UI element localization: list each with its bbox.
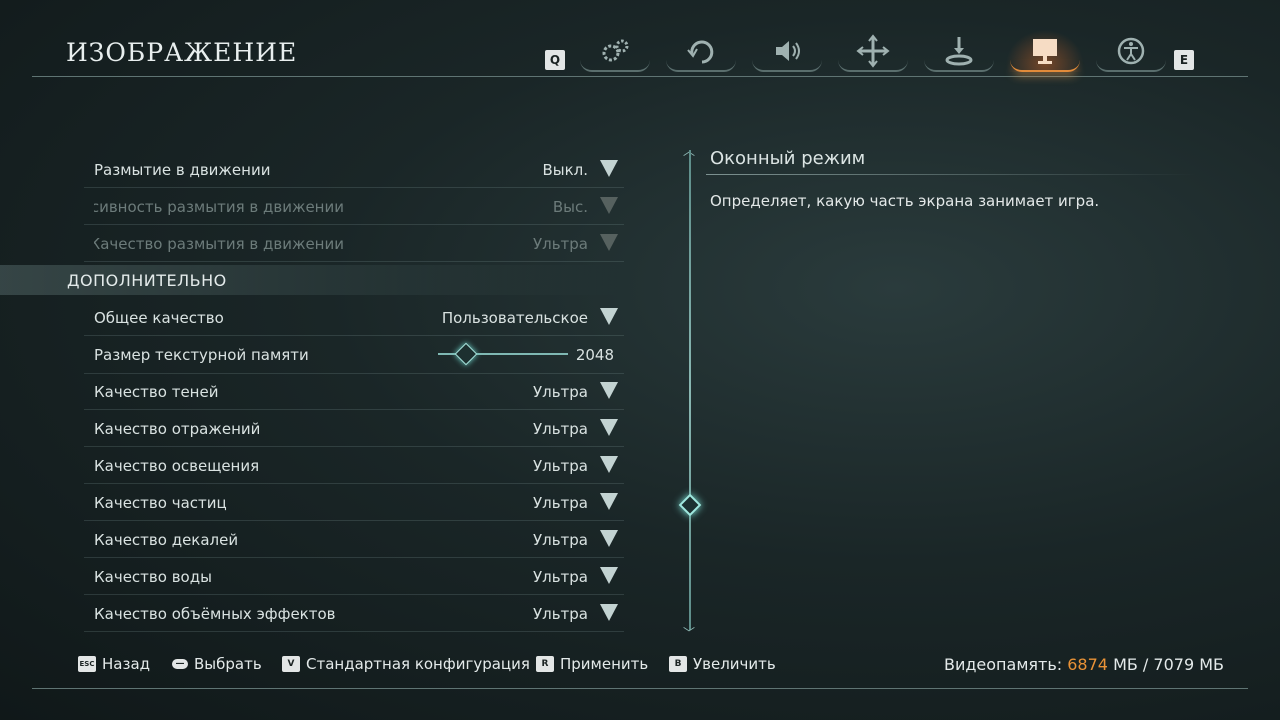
description-divider bbox=[706, 174, 1196, 175]
setting-label: Качество объёмных эффектов bbox=[94, 605, 336, 623]
tab-display[interactable] bbox=[1006, 30, 1084, 72]
footer-zoom[interactable]: B Увеличить bbox=[669, 655, 776, 673]
tab-accessibility[interactable] bbox=[1092, 30, 1170, 72]
dropdown-arrow-icon bbox=[600, 234, 618, 251]
description-title: Оконный режим bbox=[710, 148, 866, 169]
footer-zoom-label: Увеличить bbox=[693, 655, 776, 673]
tab-base bbox=[666, 60, 736, 72]
slider-handle[interactable] bbox=[454, 342, 478, 366]
r-key-icon: R bbox=[536, 656, 554, 672]
dropdown-arrow-icon[interactable] bbox=[600, 456, 618, 473]
tab-controls[interactable] bbox=[662, 30, 740, 72]
scrollbar-track[interactable] bbox=[689, 150, 691, 630]
footer-divider bbox=[32, 688, 1248, 689]
scrollbar-thumb[interactable] bbox=[678, 493, 702, 517]
v-key-icon: V bbox=[282, 656, 300, 672]
tab-audio[interactable] bbox=[748, 30, 826, 72]
dropdown-arrow-icon[interactable] bbox=[600, 530, 618, 547]
dropdown-arrow-icon[interactable] bbox=[600, 567, 618, 584]
dropdown-arrow-icon[interactable] bbox=[600, 308, 618, 325]
setting-motion-blur-quality: Качество размытия в движении Ультра bbox=[84, 227, 624, 262]
setting-value: Пользовательское bbox=[441, 309, 588, 327]
next-tab-key[interactable]: E bbox=[1174, 50, 1194, 70]
setting-reflection-quality[interactable]: Качество отражений Ультра bbox=[84, 412, 624, 447]
setting-label: Размытие в движении bbox=[94, 161, 271, 179]
dropdown-arrow-icon[interactable] bbox=[600, 493, 618, 510]
setting-overall-quality[interactable]: Общее качество Пользовательское bbox=[84, 301, 624, 336]
setting-value: Ультра bbox=[532, 383, 588, 401]
setting-motion-blur-intensity: Интенсивность размытия в движении Выс. bbox=[84, 190, 624, 225]
description-text: Определяет, какую часть экрана занимает … bbox=[710, 192, 1100, 210]
tab-base bbox=[1096, 60, 1166, 72]
setting-label: Качество отражений bbox=[94, 420, 261, 438]
setting-value: Ультра bbox=[532, 605, 588, 623]
tab-install[interactable] bbox=[920, 30, 998, 72]
setting-shadow-quality[interactable]: Качество теней Ультра bbox=[84, 375, 624, 410]
spacebar-key-icon: — bbox=[172, 659, 188, 669]
category-tabs bbox=[576, 30, 1166, 76]
prev-tab-key[interactable]: Q bbox=[545, 50, 565, 70]
setting-value: Выс. bbox=[552, 198, 588, 216]
setting-value: Ультра bbox=[532, 494, 588, 512]
tab-base bbox=[1010, 60, 1080, 72]
setting-decal-quality[interactable]: Качество декалей Ультра bbox=[84, 523, 624, 558]
setting-value: Ультра bbox=[532, 531, 588, 549]
setting-particle-quality[interactable]: Качество частиц Ультра bbox=[84, 486, 624, 521]
footer-select[interactable]: — Выбрать bbox=[172, 655, 262, 673]
header-divider bbox=[32, 76, 1248, 77]
tab-general[interactable] bbox=[576, 30, 654, 72]
footer-default-label: Стандартная конфигурация bbox=[306, 655, 530, 673]
footer-select-label: Выбрать bbox=[194, 655, 262, 673]
setting-label: Качество воды bbox=[94, 568, 212, 586]
setting-value: Ультра bbox=[532, 420, 588, 438]
setting-label: Общее качество bbox=[94, 309, 224, 327]
dropdown-arrow-icon bbox=[600, 197, 618, 214]
setting-lighting-quality[interactable]: Качество освещения Ультра bbox=[84, 449, 624, 484]
setting-value: 2048 bbox=[575, 346, 614, 364]
setting-value: Ультра bbox=[532, 235, 588, 253]
b-key-icon: B bbox=[669, 656, 687, 672]
footer-default-config[interactable]: V Стандартная конфигурация bbox=[282, 655, 530, 673]
footer-apply-label: Применить bbox=[560, 655, 649, 673]
tab-base bbox=[838, 60, 908, 72]
setting-value: Ультра bbox=[532, 568, 588, 586]
scroll-down-icon[interactable]: ﹀ bbox=[683, 624, 695, 641]
tab-base bbox=[924, 60, 994, 72]
footer-back[interactable]: ESC Назад bbox=[78, 655, 150, 673]
section-header-advanced: ДОПОЛНИТЕЛЬНО bbox=[0, 265, 620, 295]
setting-label: Качество частиц bbox=[94, 494, 227, 512]
setting-volumetric-quality[interactable]: Качество объёмных эффектов Ультра bbox=[84, 597, 624, 632]
setting-label: Качество теней bbox=[94, 383, 219, 401]
setting-label: Качество освещения bbox=[94, 457, 260, 475]
setting-value: Ультра bbox=[532, 457, 588, 475]
setting-label: Размер текстурной памяти bbox=[94, 346, 309, 364]
dropdown-arrow-icon[interactable] bbox=[600, 160, 618, 177]
setting-label: Качество размытия в движении bbox=[94, 235, 344, 253]
texture-memory-slider[interactable] bbox=[438, 342, 568, 366]
tab-movement[interactable] bbox=[834, 30, 912, 72]
setting-label: Качество декалей bbox=[94, 531, 239, 549]
vram-label: Видеопамять: bbox=[943, 655, 1063, 674]
setting-value: Выкл. bbox=[542, 161, 588, 179]
dropdown-arrow-icon[interactable] bbox=[600, 604, 618, 621]
footer-back-label: Назад bbox=[102, 655, 151, 673]
vram-readout: Видеопамять: 6874 МБ / 7079 МБ bbox=[944, 655, 1224, 674]
esc-key-icon: ESC bbox=[78, 656, 96, 672]
vram-used: 6874 bbox=[1067, 655, 1108, 674]
page-title: ИЗОБРАЖЕНИЕ bbox=[66, 38, 298, 67]
dropdown-arrow-icon[interactable] bbox=[600, 419, 618, 436]
setting-texture-memory[interactable]: Размер текстурной памяти 2048 bbox=[84, 337, 624, 374]
footer-apply[interactable]: R Применить bbox=[536, 655, 648, 673]
setting-water-quality[interactable]: Качество воды Ультра bbox=[84, 560, 624, 595]
vram-total: МБ / 7079 МБ bbox=[1113, 655, 1224, 674]
setting-label: Интенсивность размытия в движении bbox=[94, 198, 344, 216]
setting-motion-blur[interactable]: Размытие в движении Выкл. bbox=[84, 153, 624, 188]
tab-base bbox=[580, 60, 650, 72]
tab-base bbox=[752, 60, 822, 72]
dropdown-arrow-icon[interactable] bbox=[600, 382, 618, 399]
